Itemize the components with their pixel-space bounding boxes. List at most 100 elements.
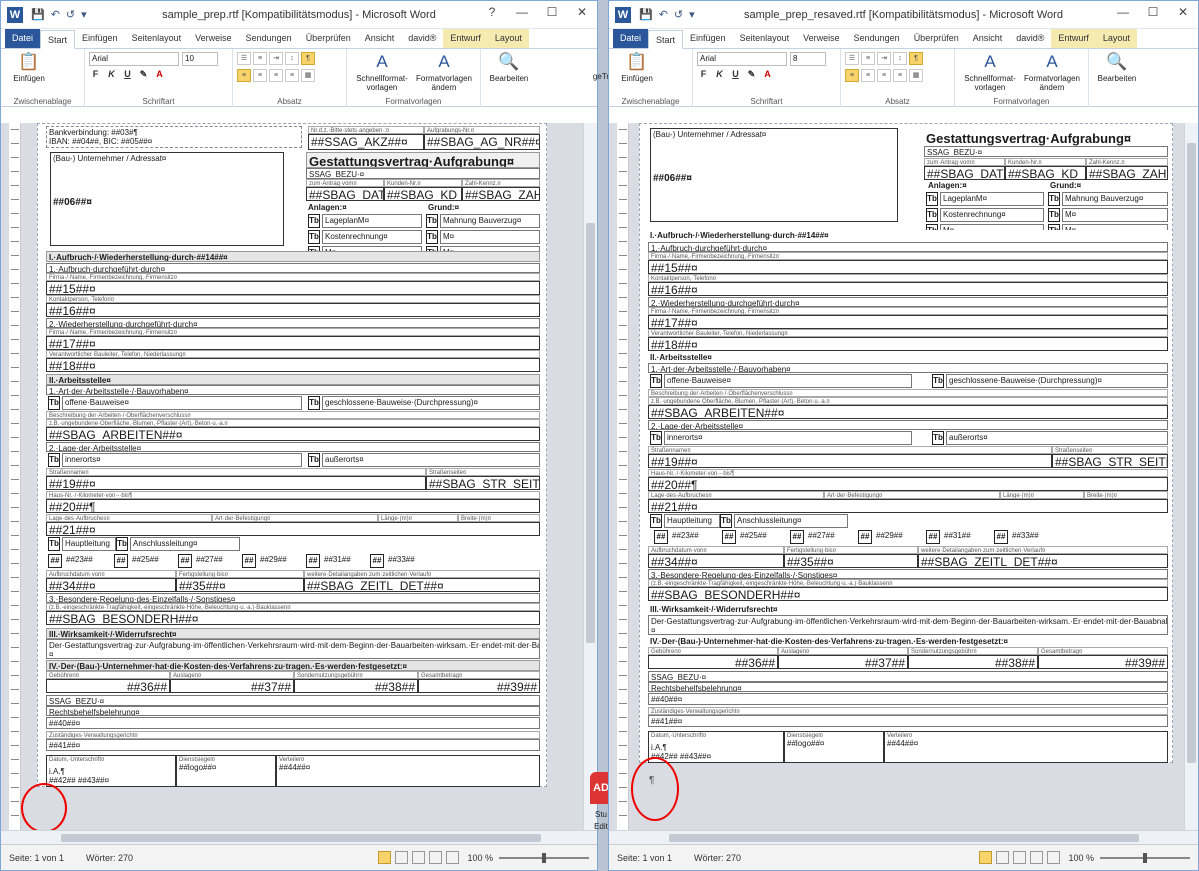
- font-name-box[interactable]: Arial: [89, 52, 179, 66]
- border-icon[interactable]: ▦: [909, 69, 923, 82]
- tab-david[interactable]: david®: [401, 29, 443, 48]
- title-bar[interactable]: W 💾 ↶ ↺ ▾ sample_prep_resaved.rtf [Kompa…: [609, 1, 1198, 29]
- tab-seitenlayout[interactable]: Seitenlayout: [733, 29, 797, 48]
- justify-icon[interactable]: ≡: [893, 69, 907, 82]
- zoom-level[interactable]: 100 %: [1068, 853, 1094, 863]
- font-size-box[interactable]: 8: [790, 52, 826, 66]
- tab-einfuegen[interactable]: Einfügen: [683, 29, 733, 48]
- checkbox-anschluss[interactable]: Tb: [720, 514, 732, 528]
- print-layout-icon[interactable]: [378, 851, 392, 864]
- show-marks-icon[interactable]: ¶: [301, 52, 315, 65]
- italic-button[interactable]: K: [713, 69, 726, 80]
- draft-icon[interactable]: [446, 851, 460, 864]
- print-layout-icon[interactable]: [979, 851, 993, 864]
- tab-entwurf[interactable]: Entwurf: [443, 29, 488, 48]
- bullets-icon[interactable]: ☰: [237, 52, 251, 65]
- redo-icon[interactable]: ↺: [674, 8, 683, 21]
- horizontal-scrollbar[interactable]: [1, 830, 597, 844]
- zoom-knob[interactable]: [542, 852, 546, 863]
- zoom-knob[interactable]: [1143, 852, 1147, 863]
- highlight-icon[interactable]: ✎: [137, 69, 150, 80]
- align-left-icon[interactable]: ≡: [845, 69, 859, 82]
- tab-layout[interactable]: Layout: [487, 29, 529, 48]
- zoom-level[interactable]: 100 %: [467, 853, 493, 863]
- checkbox-mahnung[interactable]: Tb: [426, 214, 438, 228]
- minimize-icon[interactable]: —: [1108, 1, 1138, 23]
- checkbox-geschlossen[interactable]: Tb: [308, 396, 320, 410]
- checkbox-offen[interactable]: Tb: [48, 396, 60, 410]
- status-words[interactable]: Wörter: 270: [694, 853, 741, 863]
- vertical-scrollbar[interactable]: [583, 123, 597, 830]
- sort-icon[interactable]: ↕: [893, 52, 907, 65]
- maximize-icon[interactable]: ☐: [537, 1, 567, 23]
- close-icon[interactable]: ✕: [1168, 1, 1198, 23]
- tab-ansicht[interactable]: Ansicht: [966, 29, 1010, 48]
- paste-button[interactable]: 📋 Einfügen: [613, 52, 661, 83]
- horizontal-scrollbar[interactable]: [609, 830, 1198, 844]
- full-screen-icon[interactable]: [996, 851, 1010, 864]
- close-icon[interactable]: ✕: [567, 1, 597, 23]
- numbering-icon[interactable]: ≡: [861, 52, 875, 65]
- tab-seitenlayout[interactable]: Seitenlayout: [125, 29, 189, 48]
- align-center-icon[interactable]: ≡: [861, 69, 875, 82]
- checkbox-ausserorts[interactable]: Tb: [932, 431, 944, 445]
- checkbox-innerorts[interactable]: Tb: [48, 453, 60, 467]
- title-bar[interactable]: W 💾 ↶ ↺ ▾ sample_prep.rtf [Kompatibilitä…: [1, 1, 597, 29]
- tab-datei[interactable]: Datei: [613, 29, 649, 48]
- checkbox-kosten[interactable]: Tb: [926, 208, 938, 222]
- minimize-icon[interactable]: —: [507, 1, 537, 23]
- zoom-slider[interactable]: [1100, 852, 1190, 863]
- document-page[interactable]: (Bau-) Unternehmer / Adressat¤ ##06##¤ Ge…: [639, 123, 1173, 763]
- maximize-icon[interactable]: ☐: [1138, 1, 1168, 23]
- tab-start[interactable]: Start: [40, 30, 76, 49]
- help-icon[interactable]: ?: [477, 1, 507, 23]
- draft-icon[interactable]: [1047, 851, 1061, 864]
- web-layout-icon[interactable]: [1013, 851, 1027, 864]
- tab-start[interactable]: Start: [648, 30, 684, 49]
- document-area[interactable]: (Bau-) Unternehmer / Adressat¤ ##06##¤ Ge…: [609, 123, 1198, 844]
- tab-sendungen[interactable]: Sendungen: [239, 29, 299, 48]
- checkbox-hauptleitung[interactable]: Tb: [650, 514, 662, 528]
- font-color-icon[interactable]: A: [153, 69, 166, 80]
- hscroll-thumb[interactable]: [669, 834, 1139, 842]
- border-icon[interactable]: ▦: [301, 69, 315, 82]
- bullets-icon[interactable]: ☰: [845, 52, 859, 65]
- qat-more-icon[interactable]: ▾: [689, 8, 695, 21]
- checkbox-kosten[interactable]: Tb: [308, 230, 320, 244]
- scroll-thumb[interactable]: [1187, 143, 1196, 763]
- show-marks-icon[interactable]: ¶: [909, 52, 923, 65]
- underline-button[interactable]: U: [121, 69, 134, 80]
- checkbox-anschluss[interactable]: Tb: [116, 537, 128, 551]
- document-area[interactable]: Bankverbindung: ##03#¶ IBAN: ##04##, BIC:…: [1, 123, 597, 844]
- checkbox-lageplan[interactable]: Tb: [308, 214, 320, 228]
- save-icon[interactable]: 💾: [639, 8, 653, 21]
- status-page[interactable]: Seite: 1 von 1: [617, 853, 672, 863]
- tab-sendungen[interactable]: Sendungen: [847, 29, 907, 48]
- tab-david[interactable]: david®: [1009, 29, 1051, 48]
- align-left-icon[interactable]: ≡: [237, 69, 251, 82]
- align-center-icon[interactable]: ≡: [253, 69, 267, 82]
- tab-entwurf[interactable]: Entwurf: [1051, 29, 1096, 48]
- highlight-icon[interactable]: ✎: [745, 69, 758, 80]
- undo-icon[interactable]: ↶: [51, 8, 60, 21]
- edit-button[interactable]: 🔍 Bearbeiten: [485, 52, 533, 83]
- status-words[interactable]: Wörter: 270: [86, 853, 133, 863]
- align-right-icon[interactable]: ≡: [877, 69, 891, 82]
- tab-ueberpruefen[interactable]: Überprüfen: [299, 29, 358, 48]
- font-name-box[interactable]: Arial: [697, 52, 787, 66]
- tab-ansicht[interactable]: Ansicht: [358, 29, 402, 48]
- checkbox-offen[interactable]: Tb: [650, 374, 662, 388]
- document-page[interactable]: Bankverbindung: ##03#¶ IBAN: ##04##, BIC:…: [37, 123, 547, 787]
- checkbox-mahnung[interactable]: Tb: [1048, 192, 1060, 206]
- indent-icon[interactable]: ⇥: [269, 52, 283, 65]
- undo-icon[interactable]: ↶: [659, 8, 668, 21]
- qat-more-icon[interactable]: ▾: [81, 8, 87, 21]
- outline-icon[interactable]: [429, 851, 443, 864]
- align-right-icon[interactable]: ≡: [269, 69, 283, 82]
- zoom-slider[interactable]: [499, 852, 589, 863]
- checkbox-geschlossen[interactable]: Tb: [932, 374, 944, 388]
- tab-ueberpruefen[interactable]: Überprüfen: [907, 29, 966, 48]
- edit-button[interactable]: 🔍 Bearbeiten: [1093, 52, 1141, 83]
- web-layout-icon[interactable]: [412, 851, 426, 864]
- checkbox-grund-m1[interactable]: Tb: [1048, 208, 1060, 222]
